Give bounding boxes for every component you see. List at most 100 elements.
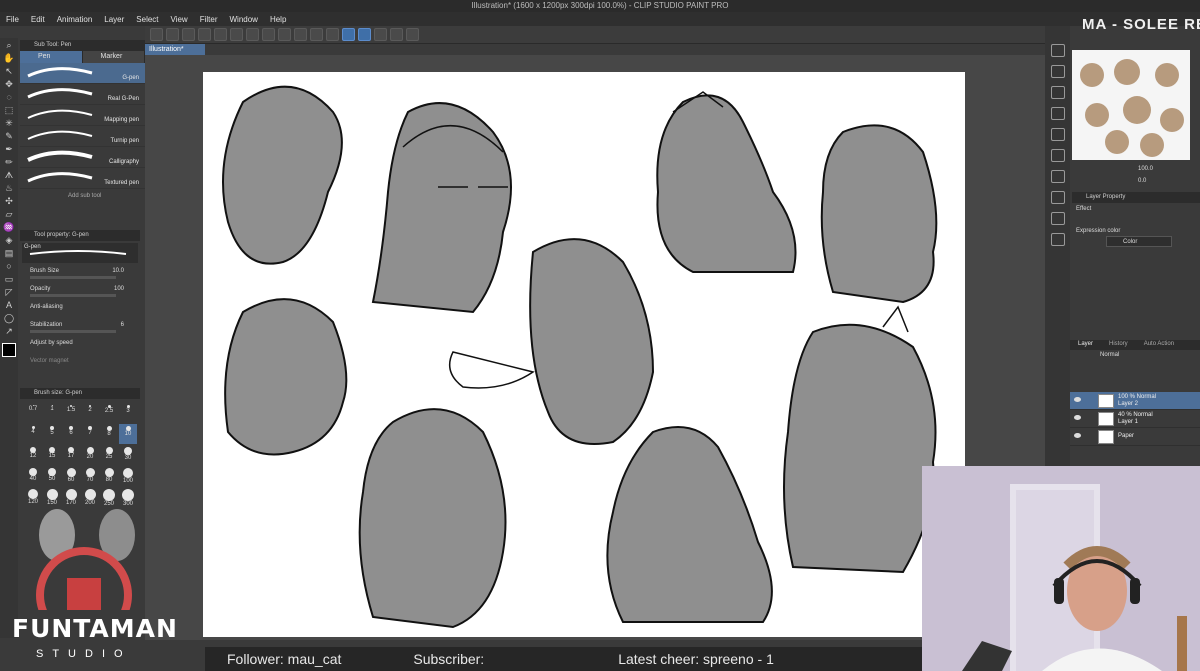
- eraser-icon[interactable]: ▱: [3, 209, 15, 220]
- brush-real-g-pen[interactable]: Real G-Pen: [20, 84, 145, 105]
- fill-icon[interactable]: [262, 28, 275, 41]
- brush-size-option[interactable]: 15: [43, 445, 61, 465]
- opacity-slider[interactable]: [30, 294, 116, 297]
- tab-pen[interactable]: Pen: [20, 51, 83, 63]
- decoration-icon[interactable]: ✣: [3, 196, 15, 207]
- lasso-icon[interactable]: ◌: [3, 92, 15, 103]
- eye-icon[interactable]: [1074, 433, 1081, 438]
- brush-size-option[interactable]: 40: [24, 466, 42, 486]
- camera-icon[interactable]: [1050, 170, 1065, 183]
- brush-size-option[interactable]: 17: [62, 445, 80, 465]
- zoom-icon[interactable]: ⌕: [3, 40, 15, 51]
- brush-size-option[interactable]: 10: [119, 424, 137, 444]
- menu-help[interactable]: Help: [264, 15, 292, 24]
- grid-icon[interactable]: [326, 28, 339, 41]
- select-icon[interactable]: ⬚: [3, 105, 15, 116]
- vector-magnet-row[interactable]: Vector magnet: [20, 355, 140, 373]
- blend-mode-select[interactable]: Normal: [1070, 350, 1200, 362]
- menu-view[interactable]: View: [165, 15, 194, 24]
- help-icon[interactable]: [406, 28, 419, 41]
- close-icon[interactable]: [1050, 65, 1065, 78]
- menu-window[interactable]: Window: [224, 15, 264, 24]
- brush-size-option[interactable]: 7: [81, 424, 99, 444]
- camera-icon[interactable]: [1050, 149, 1065, 162]
- close-icon[interactable]: [1050, 107, 1065, 120]
- adjust-speed-row[interactable]: Adjust by speed: [20, 337, 140, 355]
- brush-mapping-pen[interactable]: Mapping pen: [20, 105, 145, 126]
- brush-g-pen[interactable]: G-pen: [20, 63, 145, 84]
- camera-icon[interactable]: [1050, 128, 1065, 141]
- drawing-canvas[interactable]: [203, 72, 965, 637]
- tab-marker[interactable]: Marker: [82, 51, 145, 63]
- expression-color-select[interactable]: Color: [1106, 236, 1172, 247]
- brush-size-option[interactable]: 2: [81, 403, 99, 423]
- brush-size-option[interactable]: 60: [62, 466, 80, 486]
- close-icon[interactable]: [1050, 86, 1065, 99]
- opacity-row[interactable]: Opacity 100: [20, 283, 140, 301]
- stabilization-value[interactable]: 6: [121, 322, 124, 328]
- save-icon[interactable]: [182, 28, 195, 41]
- hand-icon[interactable]: ✋: [3, 53, 15, 64]
- camera-icon[interactable]: [1050, 212, 1065, 225]
- material-icon[interactable]: [1050, 233, 1065, 246]
- brush-size-option[interactable]: 1.5: [62, 403, 80, 423]
- eye-icon[interactable]: [1074, 397, 1081, 402]
- redo-icon[interactable]: [230, 28, 243, 41]
- operation-icon[interactable]: ↖: [3, 66, 15, 77]
- anti-aliasing-row[interactable]: Anti-aliasing: [20, 301, 140, 319]
- brush-calligraphy[interactable]: Calligraphy: [20, 147, 145, 168]
- color-swatch[interactable]: [2, 343, 16, 357]
- layer-row[interactable]: 40 % Normal Layer 1: [1070, 410, 1200, 428]
- stabilization-row[interactable]: Stabilization 6: [20, 319, 140, 337]
- opacity-value[interactable]: 100: [114, 286, 124, 292]
- pencil-icon[interactable]: ✏: [3, 157, 15, 168]
- selection-icon[interactable]: [310, 28, 323, 41]
- brush-size-option[interactable]: 4: [24, 424, 42, 444]
- brush-size-option[interactable]: 6: [62, 424, 80, 444]
- navigator-zoom[interactable]: 100.0: [1138, 166, 1153, 172]
- navigator-thumbnail[interactable]: [1072, 50, 1190, 160]
- brush-size-slider[interactable]: [30, 276, 116, 279]
- brush-size-option[interactable]: 80: [100, 466, 118, 486]
- correct-line-icon[interactable]: ↗: [3, 326, 15, 337]
- open-icon[interactable]: [166, 28, 179, 41]
- magic-wand-icon[interactable]: ✳: [3, 118, 15, 129]
- brush-size-option[interactable]: 30: [119, 445, 137, 465]
- brush-size-option[interactable]: 70: [81, 466, 99, 486]
- snap-special-ruler-icon[interactable]: [358, 28, 371, 41]
- clipboard-icon[interactable]: [390, 28, 403, 41]
- pen-icon[interactable]: ✒: [3, 144, 15, 155]
- blend-icon[interactable]: ♒: [3, 222, 15, 233]
- snap-ruler-icon[interactable]: [342, 28, 355, 41]
- brush-size-option[interactable]: 20: [81, 445, 99, 465]
- tab-layer[interactable]: Layer: [1070, 340, 1101, 350]
- tab-history[interactable]: History: [1101, 340, 1136, 350]
- brush-size-option[interactable]: 25: [100, 445, 118, 465]
- brush-size-value[interactable]: 10.0: [112, 268, 124, 274]
- brush-size-option[interactable]: 50: [43, 466, 61, 486]
- brush-turnip-pen[interactable]: Turnip pen: [20, 126, 145, 147]
- gradient-icon[interactable]: ▤: [3, 248, 15, 259]
- brush-size-option[interactable]: 3: [119, 403, 137, 423]
- menu-edit[interactable]: Edit: [25, 15, 51, 24]
- undo-icon[interactable]: [214, 28, 227, 41]
- brush-size-option[interactable]: 0.7: [24, 403, 42, 423]
- eye-icon[interactable]: [1074, 415, 1081, 420]
- frame-icon[interactable]: ▭: [3, 274, 15, 285]
- transform-icon[interactable]: [278, 28, 291, 41]
- brush-size-option[interactable]: 5: [43, 424, 61, 444]
- brush-textured-pen[interactable]: Textured pen: [20, 168, 145, 189]
- fill-bucket-icon[interactable]: ◈: [3, 235, 15, 246]
- brush-size-option[interactable]: 8: [100, 424, 118, 444]
- navigator-angle[interactable]: 0.0: [1138, 178, 1146, 184]
- menu-select[interactable]: Select: [130, 15, 164, 24]
- menu-filter[interactable]: Filter: [194, 15, 224, 24]
- airbrush-icon[interactable]: ♨: [3, 183, 15, 194]
- settings-icon[interactable]: [246, 28, 259, 41]
- tab-auto-action[interactable]: Auto Action: [1136, 340, 1182, 350]
- new-icon[interactable]: [150, 28, 163, 41]
- document-tab[interactable]: Illustration*: [145, 44, 205, 55]
- brush-size-option[interactable]: 100: [119, 466, 137, 486]
- print-icon[interactable]: [198, 28, 211, 41]
- brush-icon[interactable]: ᗑ: [3, 170, 15, 181]
